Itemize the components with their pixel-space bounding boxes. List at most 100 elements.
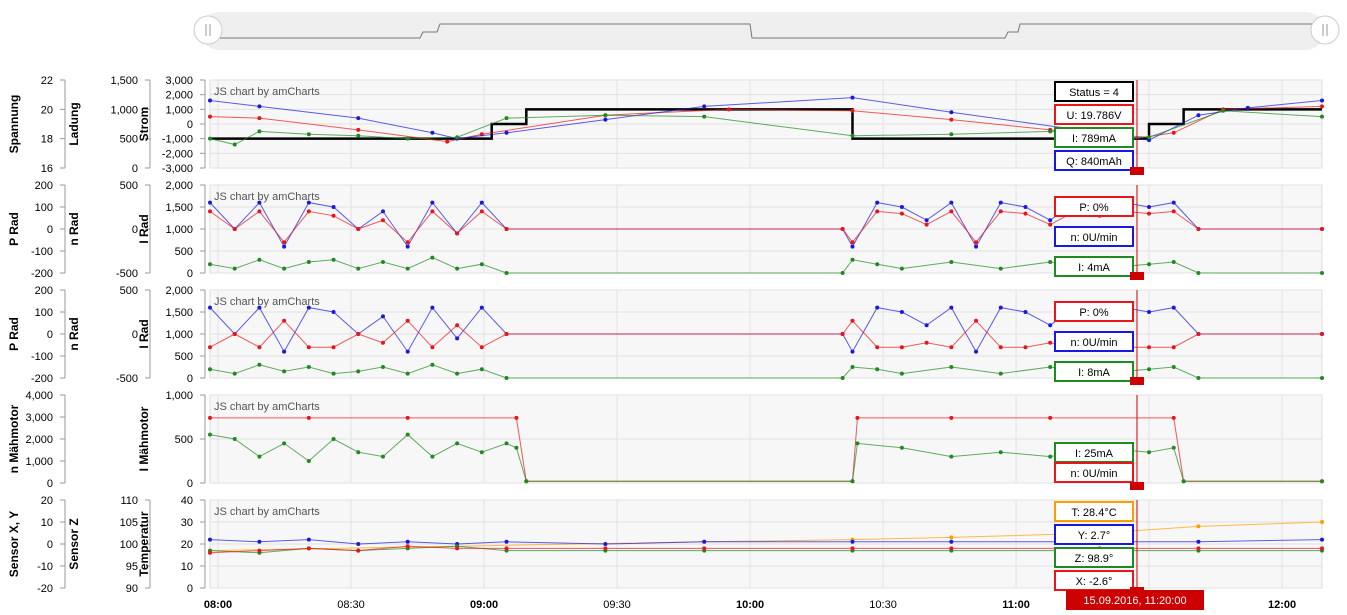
data-point: [1171, 415, 1176, 420]
y-axis-tick-label: -3,000: [162, 163, 193, 175]
y-axis-tick-label: 0: [187, 583, 193, 595]
data-point: [356, 116, 361, 121]
data-point: [949, 535, 954, 540]
data-point: [331, 213, 336, 218]
y-axis-tick-label: 500: [120, 180, 138, 192]
balloon-text: I: 25mA: [1075, 448, 1114, 460]
data-point: [924, 222, 929, 227]
scrollbar-right-handle[interactable]: [1310, 15, 1340, 45]
data-point: [380, 209, 385, 214]
balloon: Y: 2.7°: [1054, 524, 1134, 545]
data-point: [208, 345, 212, 350]
data-point: [306, 537, 311, 542]
data-point: [306, 260, 311, 264]
data-point: [855, 415, 860, 420]
data-point: [850, 108, 855, 113]
data-point: [208, 98, 212, 103]
data-point: [1320, 376, 1324, 380]
scrollbar-track[interactable]: [200, 12, 1325, 50]
watermark: JS chart by amCharts: [214, 506, 320, 518]
data-point: [430, 345, 435, 350]
y-axis-tick-label: 2,000: [165, 180, 193, 192]
x-axis-tick-label: 09:30: [603, 599, 631, 611]
y-axis-tick-label: 0: [187, 268, 193, 280]
data-point: [380, 454, 385, 459]
data-point: [306, 459, 311, 463]
y-axis-tick-label: 1,000: [25, 456, 53, 468]
data-point: [924, 323, 929, 328]
data-point: [257, 257, 262, 262]
y-axis-tick-label: 200: [35, 285, 53, 297]
data-point: [1048, 260, 1053, 264]
data-point: [331, 205, 336, 209]
data-point: [380, 340, 385, 345]
balloon: n: 0U/min: [1054, 226, 1134, 247]
data-point: [1023, 211, 1028, 216]
y-axis-tick-label: 100: [35, 202, 53, 214]
y-axis-tick-label: 100: [120, 539, 138, 551]
y-axis-tick-label: 20: [181, 539, 193, 551]
watermark: JS chart by amCharts: [214, 401, 320, 413]
balloon: I: 789mA: [1054, 127, 1134, 148]
cursor-marker: [1130, 377, 1144, 385]
data-point: [504, 376, 509, 380]
data-point: [306, 415, 311, 420]
data-point: [875, 262, 880, 267]
data-point: [208, 367, 212, 372]
data-point: [1171, 365, 1176, 369]
scrollbar[interactable]: [193, 12, 1340, 50]
y-axis-tick-label: 2,000: [165, 285, 193, 297]
cursor[interactable]: 15.09.2016, 11:20:00: [1066, 590, 1204, 610]
data-point: [455, 323, 460, 328]
data-point: [726, 107, 731, 112]
y-axis-tick-label: 20: [41, 495, 53, 507]
data-point: [1196, 271, 1201, 275]
data-point: [949, 260, 954, 264]
y-axis-tick-label: 1,500: [165, 202, 193, 214]
data-point: [405, 544, 410, 549]
data-point: [208, 209, 212, 214]
data-point: [504, 271, 509, 275]
data-point: [998, 266, 1003, 271]
data-point: [840, 332, 845, 336]
data-point: [1048, 323, 1053, 328]
balloon-text: I: 8mA: [1078, 367, 1110, 379]
x-axis-tick-label: 10:30: [869, 599, 897, 611]
data-point: [850, 349, 855, 354]
y-axis-tick-label: 500: [175, 351, 193, 363]
data-point: [479, 450, 484, 455]
cursor-marker: [1130, 272, 1144, 280]
data-point: [208, 550, 212, 555]
y-axis-title: Sensor X, Y: [7, 511, 21, 577]
chart-panel-1: 22 20 18 16 Spannung 1,500 1,000 500 0 Ladung 3,00…: [7, 75, 1324, 175]
y-axis-tick-label: 1,000: [110, 104, 138, 116]
chart-panel-5: 20100-10-20Sensor X, Y1101051009590Senso…: [7, 495, 1324, 595]
data-point: [949, 200, 954, 205]
x-axis-tick-label: 09:00: [470, 599, 498, 611]
data-point: [208, 432, 212, 437]
y-axis-tick-label: -1,000: [162, 134, 193, 146]
y-axis-tick-label: 0: [187, 119, 193, 131]
data-point: [331, 257, 336, 262]
data-point: [455, 336, 460, 341]
data-point: [405, 539, 410, 544]
y-axis-tick-label: 30: [181, 517, 193, 529]
data-point: [1147, 345, 1152, 350]
data-point: [998, 200, 1003, 205]
data-point: [208, 415, 212, 420]
data-point: [257, 116, 262, 121]
watermark: JS chart by amCharts: [214, 296, 320, 308]
data-point: [998, 209, 1003, 214]
scrollbar-left-handle[interactable]: [193, 15, 223, 45]
y-axis-title: Temperatur: [137, 511, 151, 576]
y-axis-title: I Rad: [137, 214, 151, 243]
data-point: [430, 255, 435, 260]
value-balloons: I: 25mA n: 0U/min: [1054, 442, 1134, 483]
data-point: [356, 133, 361, 138]
y-axis-tick-label: -500: [116, 268, 138, 280]
data-point: [430, 454, 435, 459]
y-axis-title: Sensor Z: [67, 518, 81, 569]
chart-stage: 22 20 18 16 Spannung 1,500 1,000 500 0 Ladung 3,00…: [7, 12, 1340, 611]
balloon: n: 0U/min: [1054, 462, 1134, 483]
data-point: [232, 142, 237, 147]
